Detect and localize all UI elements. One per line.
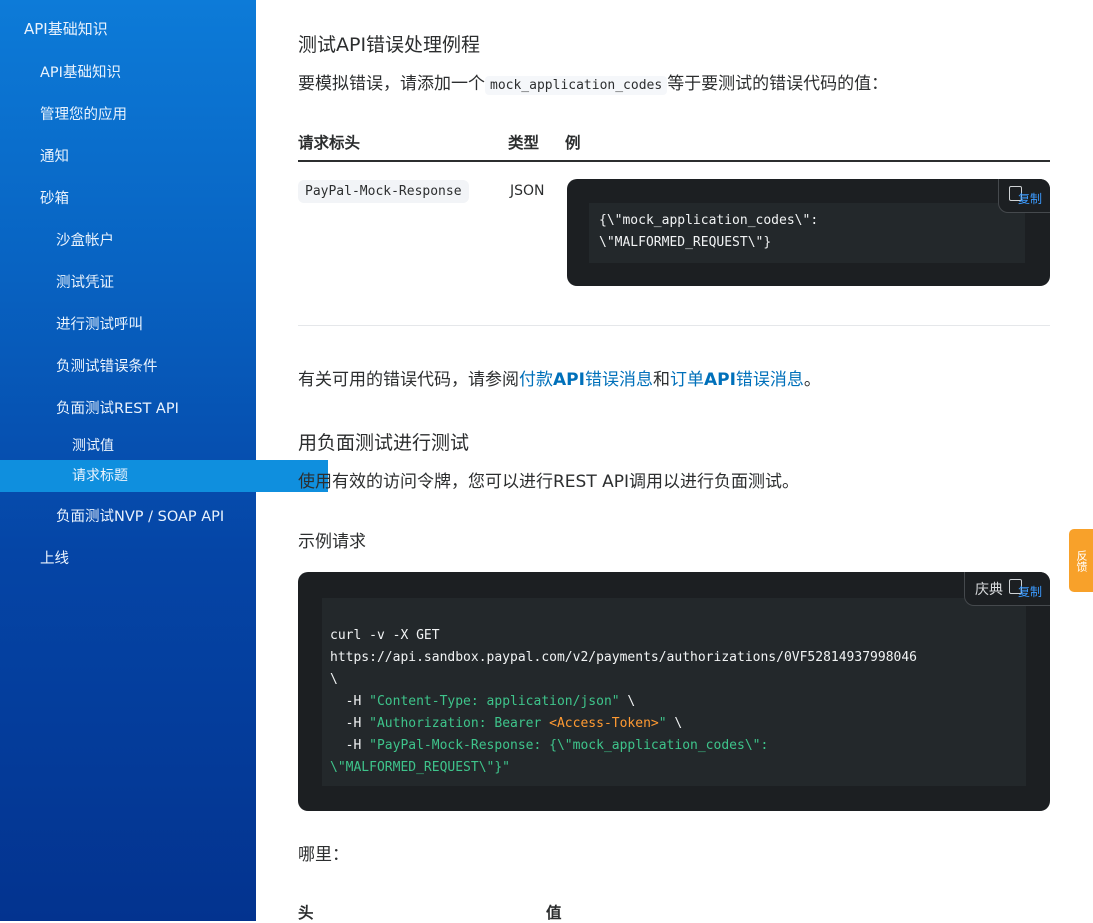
- sidebar-nav: API基础知识 API基础知识 管理您的应用 通知 砂箱 沙盒帐户 测试凭证 进…: [0, 0, 328, 921]
- intro-paragraph: 要模拟错误，请添加一个 mock_application_codes 等于要测试的错…: [298, 69, 889, 95]
- sidebar-item-negative-nvp-soap[interactable]: 负面测试NVP / SOAP API: [0, 505, 312, 526]
- table-header-head: 头: [298, 904, 314, 922]
- sidebar-item-api-basics[interactable]: API基础知识: [0, 61, 296, 82]
- table-header-example: 例: [565, 134, 581, 152]
- sample-request-label: 示例请求: [298, 532, 366, 552]
- inline-code-mock-codes: mock_application_codes: [485, 76, 668, 95]
- example-code-text: {\"mock_application_codes\": \"MALFORMED…: [599, 213, 819, 250]
- copy-button-sample[interactable]: 庆典 复制: [963, 572, 1050, 606]
- link-orders-api-errors[interactable]: 订单API错误消息: [670, 370, 804, 390]
- sidebar-item-negative-testing[interactable]: 负测试错误条件: [0, 355, 312, 376]
- type-cell: JSON: [510, 183, 545, 199]
- sidebar-item-test-credentials[interactable]: 测试凭证: [0, 271, 312, 292]
- table-row: PayPal-Mock-Response: [298, 180, 469, 203]
- copy-label: 复制: [1017, 192, 1042, 206]
- table-row-divider: [298, 325, 1050, 326]
- copy-label: 复制: [1017, 585, 1042, 599]
- table-header-value: 值: [546, 904, 562, 922]
- example-code-block: {\"mock_application_codes\": \"MALFORMED…: [567, 179, 1050, 286]
- sidebar-item-go-live[interactable]: 上线: [0, 547, 296, 568]
- intro-text-before: 要模拟错误，请添加一个: [298, 74, 485, 94]
- where-label: 哪里：: [298, 845, 349, 865]
- sidebar-item-sandbox[interactable]: 砂箱: [0, 187, 296, 208]
- copy-button-example[interactable]: 复制: [997, 179, 1050, 213]
- intro-text-after: 等于要测试的错误代码的值：: [667, 74, 889, 94]
- sidebar-item-sandbox-accounts[interactable]: 沙盒帐户: [0, 229, 312, 250]
- sidebar-item-request-headers[interactable]: 请求标题: [0, 460, 328, 492]
- feedback-tab[interactable]: 反馈: [1069, 529, 1093, 592]
- sidebar-item-negative-rest-api[interactable]: 负面测试REST API: [0, 397, 312, 418]
- sidebar-item-test-values[interactable]: 测试值: [0, 435, 328, 455]
- section2-description: 使用有效的访问令牌，您可以进行REST API调用以进行负面测试。: [298, 472, 800, 492]
- sample-request-code-block: curl -v -X GET https://api.sandbox.paypa…: [298, 572, 1050, 811]
- section-title-error-handling: 测试API错误处理例程: [298, 34, 481, 56]
- error-codes-paragraph: 有关可用的错误代码，请参阅付款API错误消息和订单API错误消息。: [298, 370, 821, 390]
- sidebar-item-test-calls[interactable]: 进行测试呼叫: [0, 313, 312, 334]
- link-payments-api-errors[interactable]: 付款API错误消息: [519, 370, 653, 390]
- sidebar-item-notifications[interactable]: 通知: [0, 145, 296, 166]
- table-header-request-header: 请求标头: [298, 134, 361, 152]
- table-header-rule: [298, 160, 1050, 162]
- table-header-type: 类型: [508, 134, 540, 152]
- sidebar-item-manage-apps[interactable]: 管理您的应用: [0, 103, 296, 124]
- sidebar-item-api-basics-root[interactable]: API基础知识: [0, 18, 280, 39]
- code-language-label: 庆典: [974, 581, 1003, 598]
- sample-request-code: curl -v -X GET https://api.sandbox.paypa…: [330, 628, 917, 775]
- header-name-pill: PayPal-Mock-Response: [298, 180, 469, 203]
- section-title-negative-testing: 用负面测试进行测试: [298, 432, 470, 454]
